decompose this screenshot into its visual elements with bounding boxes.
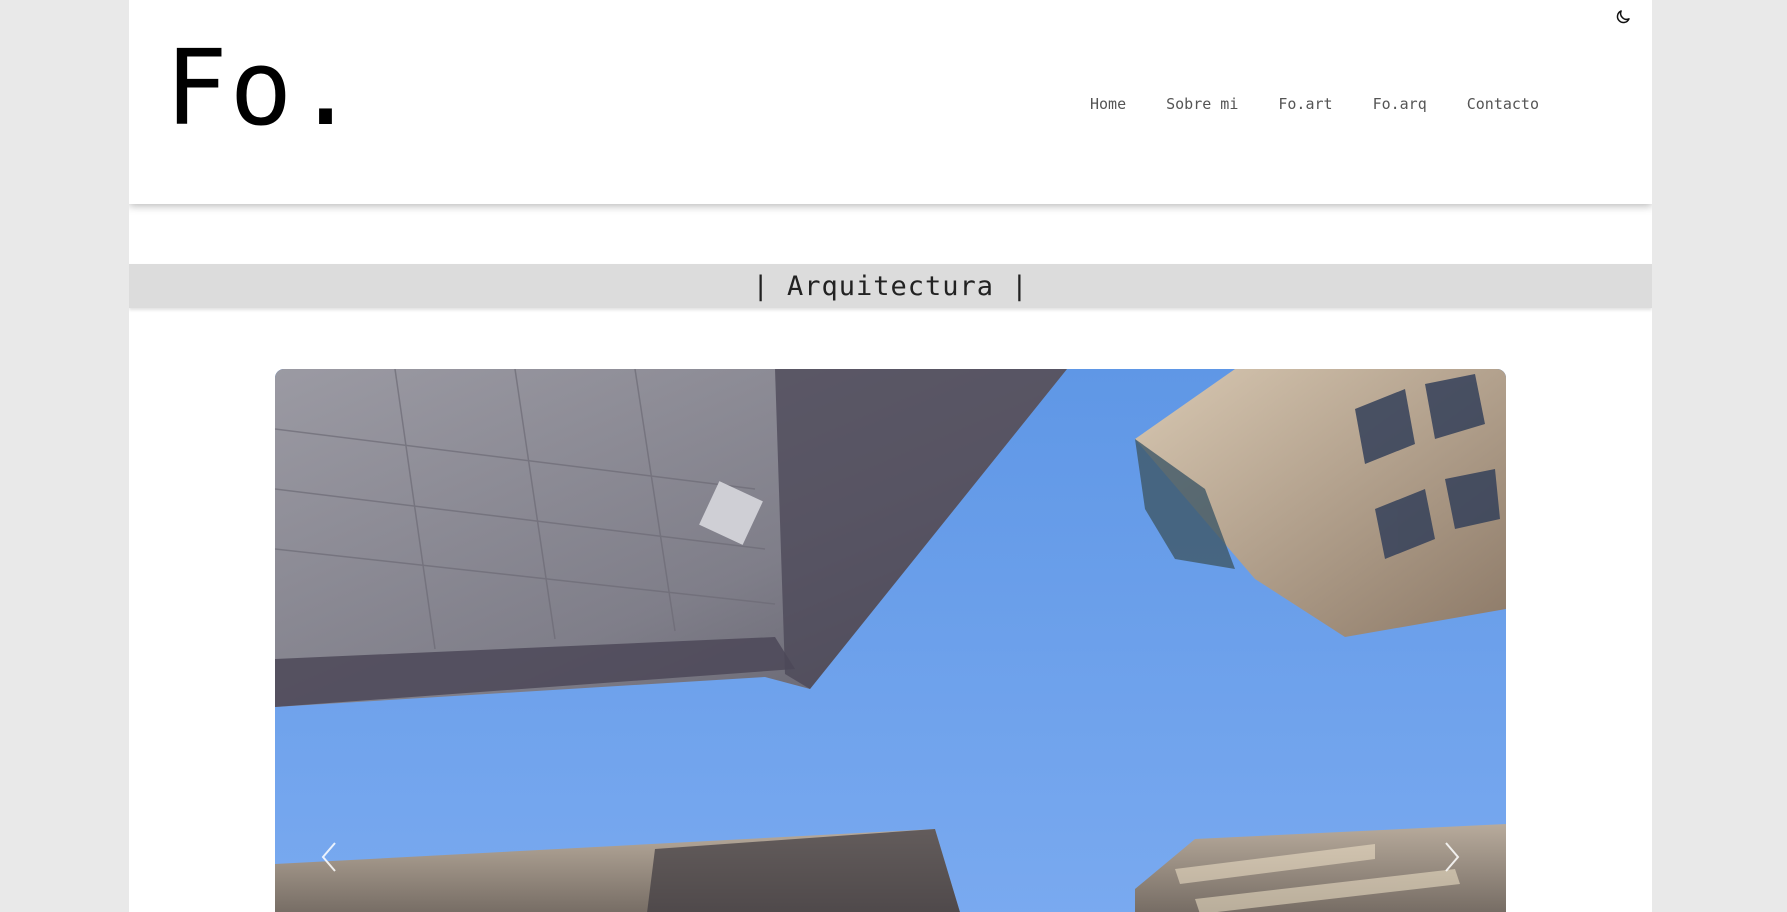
carousel-next-button[interactable] [1422,829,1482,889]
site-header: Fo. Home Sobre mi Fo.art Fo.arq Contacto [129,0,1652,204]
chevron-right-icon [1442,841,1462,877]
nav-item-fo-art[interactable]: Fo.art [1278,95,1332,113]
image-carousel [275,369,1506,912]
nav-item-home[interactable]: Home [1090,95,1126,113]
moon-icon[interactable] [1614,8,1632,26]
section-title: | Arquitectura | [752,270,1029,302]
page-container: Fo. Home Sobre mi Fo.art Fo.arq Contacto… [129,0,1652,912]
carousel-photo [275,369,1506,912]
site-logo[interactable]: Fo. [165,36,359,140]
main-nav: Home Sobre mi Fo.art Fo.arq Contacto [1090,95,1579,113]
carousel-prev-button[interactable] [299,829,359,889]
nav-item-contacto[interactable]: Contacto [1467,95,1539,113]
nav-item-sobre-mi[interactable]: Sobre mi [1166,95,1238,113]
nav-item-fo-arq[interactable]: Fo.arq [1373,95,1427,113]
section-title-bar: | Arquitectura | [129,264,1652,308]
chevron-left-icon [319,841,339,877]
